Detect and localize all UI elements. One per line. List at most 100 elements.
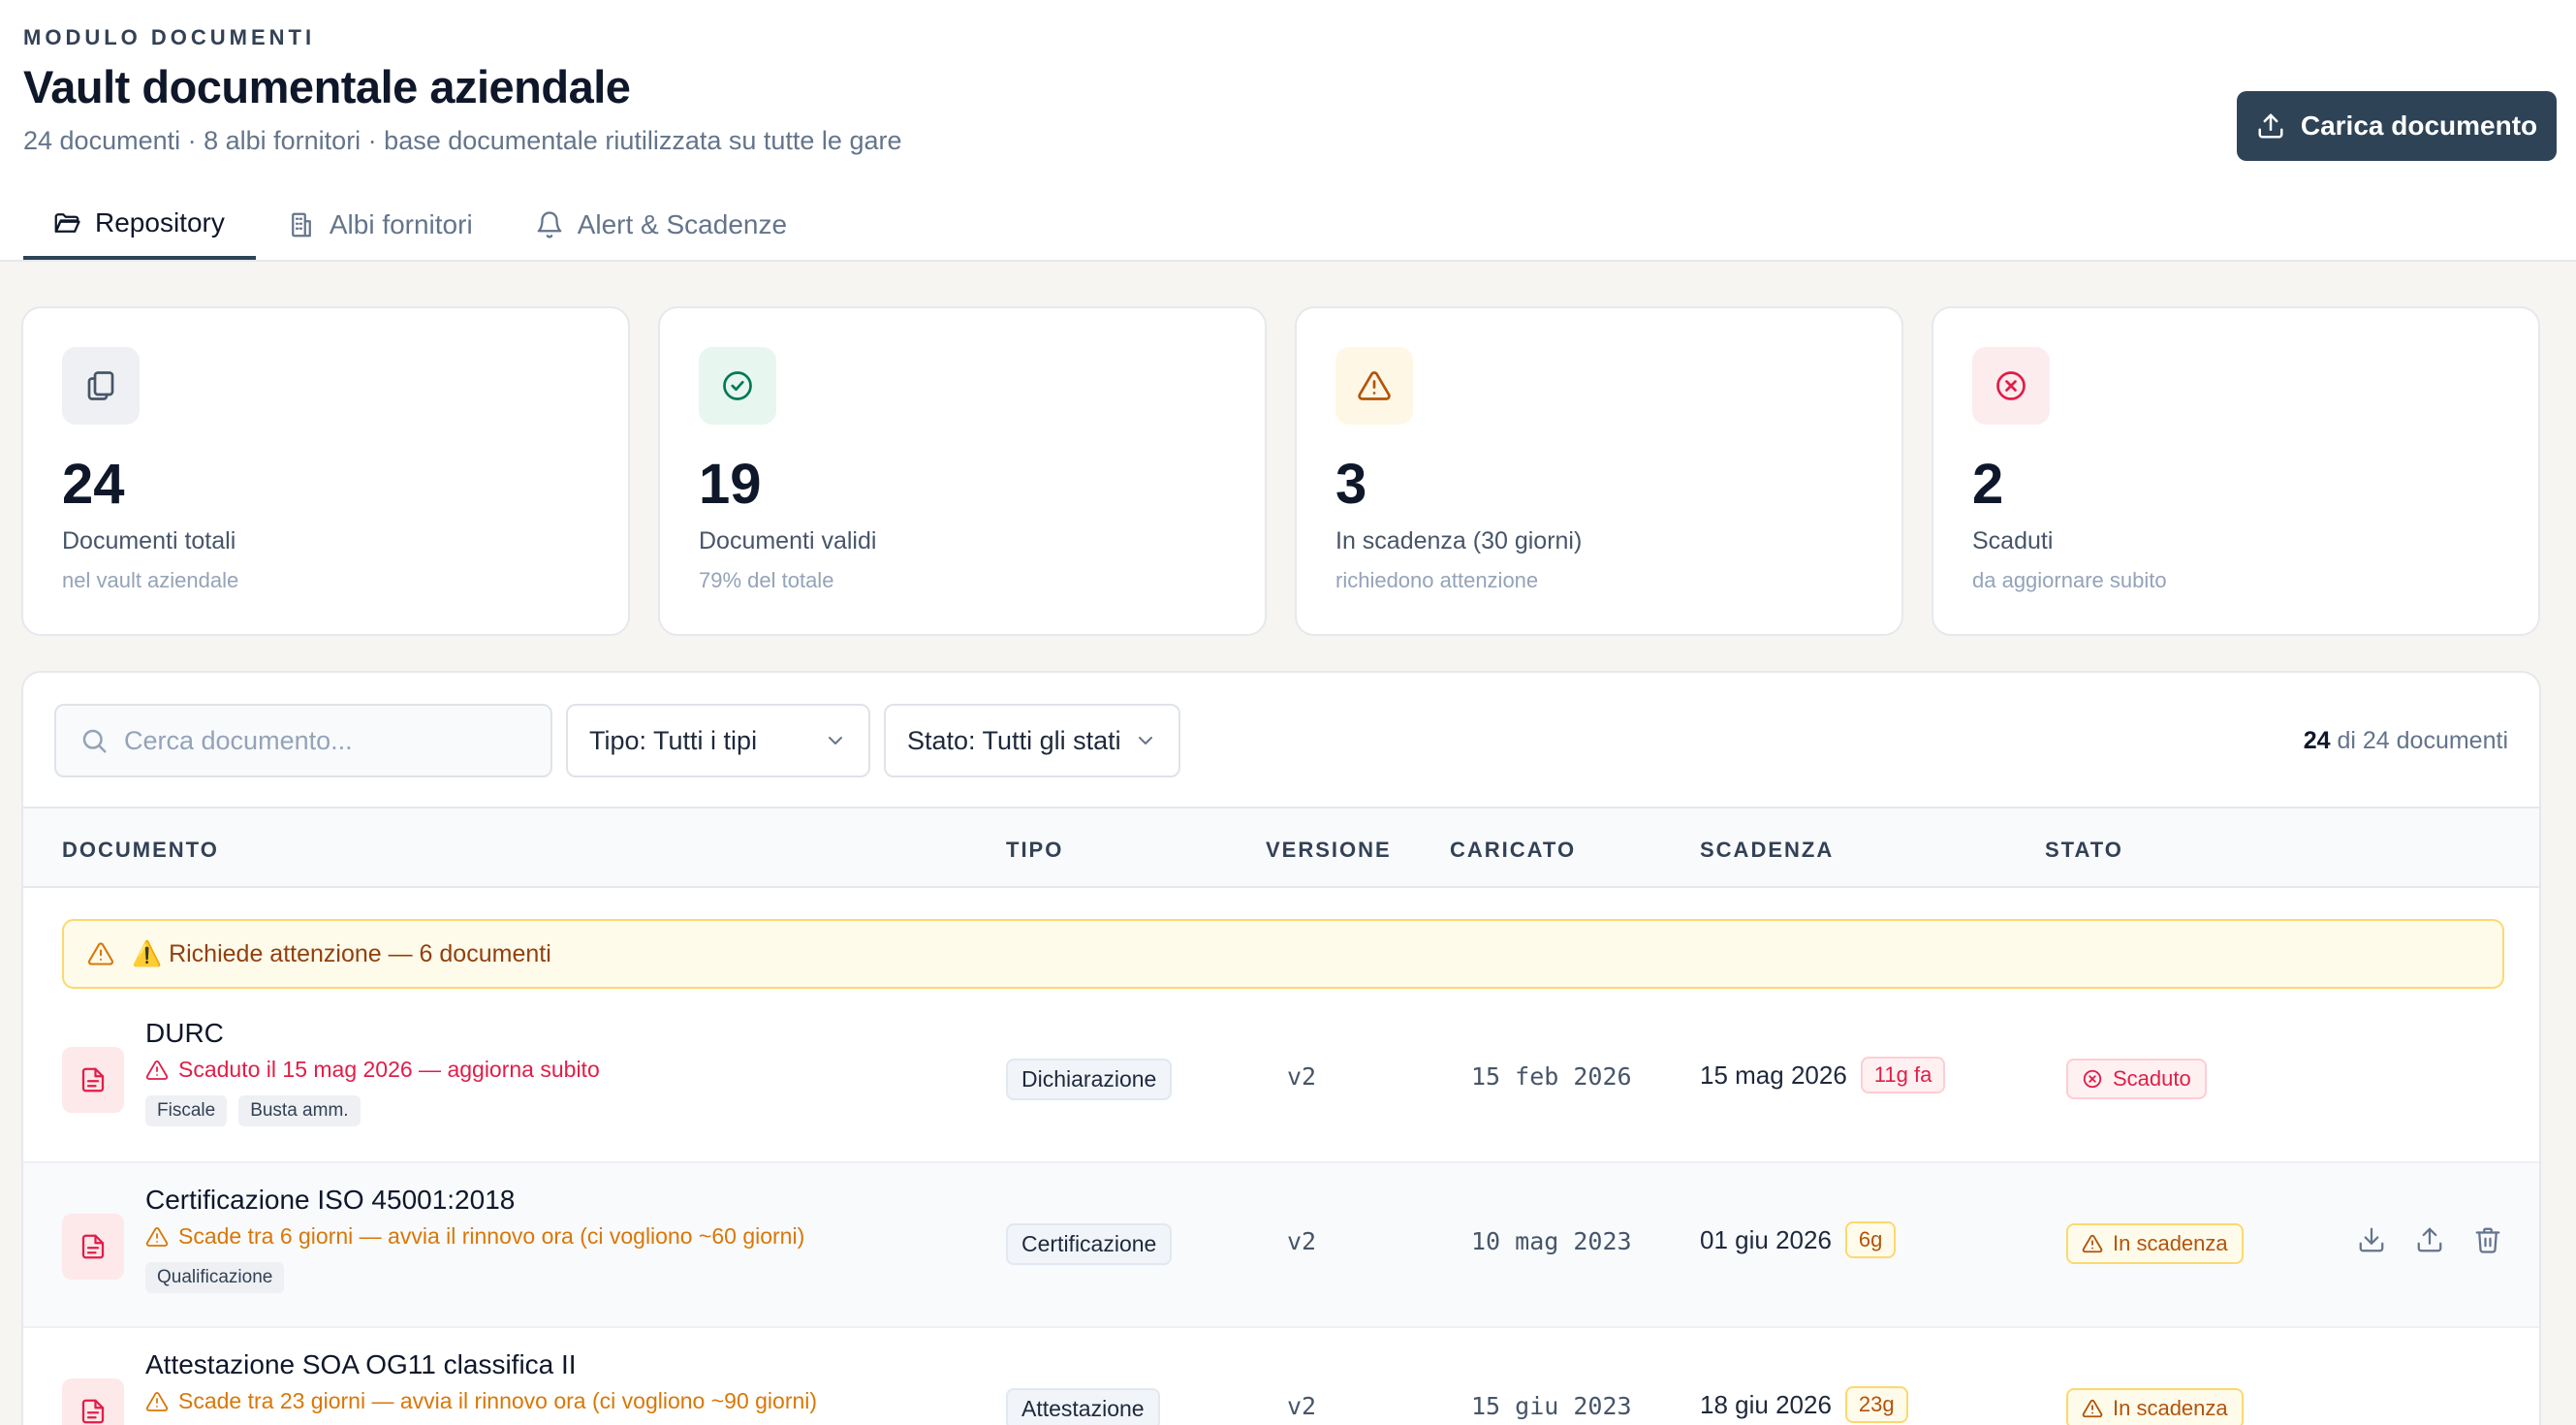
column-header-stato[interactable]: STATO bbox=[2045, 838, 2123, 863]
file-text-icon bbox=[81, 1067, 105, 1092]
table-row[interactable]: DURC Scaduto il 15 mag 2026 — aggiorna s… bbox=[23, 998, 2539, 1163]
expiry-date: 18 giu 2026 bbox=[1700, 1389, 1832, 1419]
column-header-tipo[interactable]: TIPO bbox=[1006, 838, 1063, 863]
tab-repository[interactable]: Repository bbox=[23, 190, 256, 260]
warning-icon bbox=[88, 942, 113, 966]
x-circle-icon bbox=[1996, 371, 2026, 400]
document-count: 24 di 24 documenti bbox=[2304, 727, 2508, 755]
document-note-text: Scaduto il 15 mag 2026 — aggiorna subito bbox=[178, 1057, 600, 1082]
document-type-badge: Certificazione bbox=[1006, 1223, 1173, 1265]
tab-label: Repository bbox=[95, 207, 225, 238]
upload-icon bbox=[2258, 113, 2283, 139]
stat-value: 19 bbox=[699, 453, 762, 516]
search-input[interactable] bbox=[124, 725, 531, 756]
status-badge: In scadenza bbox=[2066, 1223, 2244, 1264]
trash-icon[interactable] bbox=[2473, 1225, 2502, 1254]
stat-sub: da aggiornare subito bbox=[1972, 568, 2167, 592]
document-note: Scade tra 23 giorni — avvia il rinnovo o… bbox=[145, 1388, 817, 1414]
warning-icon bbox=[145, 1226, 169, 1247]
stat-icon-box bbox=[1335, 347, 1413, 425]
table-row[interactable]: Certificazione ISO 45001:2018 Scade tra … bbox=[23, 1163, 2539, 1328]
document-version: v2 bbox=[1287, 1062, 1317, 1091]
stat-sub: nel vault aziendale bbox=[62, 568, 239, 592]
stat-label: Documenti validi bbox=[699, 527, 877, 554]
document-version: v2 bbox=[1287, 1392, 1317, 1420]
warning-icon bbox=[145, 1060, 169, 1080]
document-note-text: Scade tra 6 giorni — avvia il rinnovo or… bbox=[178, 1223, 805, 1249]
type-filter-select[interactable]: Tipo: Tutti i tipi bbox=[566, 704, 870, 777]
column-header-caricato[interactable]: CARICATO bbox=[1450, 838, 1576, 863]
file-text-icon bbox=[81, 1234, 105, 1259]
attention-group-label: ⚠️ Richiede attenzione — 6 documenti bbox=[132, 939, 551, 967]
upload-icon[interactable] bbox=[2415, 1225, 2444, 1254]
row-actions bbox=[2357, 1225, 2502, 1254]
document-expiry: 15 mag 2026 11g fa bbox=[1700, 1057, 1946, 1093]
stat-card-total: 24 Documenti totali nel vault aziendale bbox=[21, 306, 630, 636]
document-name[interactable]: DURC bbox=[145, 1018, 224, 1049]
stat-card-expiring: 3 In scadenza (30 giorni) richiedono att… bbox=[1295, 306, 1903, 636]
upload-document-button[interactable]: Carica documento bbox=[2237, 91, 2557, 161]
table-row[interactable]: Attestazione SOA OG11 classifica II Scad… bbox=[23, 1328, 2539, 1425]
document-type-badge: Dichiarazione bbox=[1006, 1059, 1173, 1100]
tag: Busta amm. bbox=[238, 1095, 361, 1126]
status-label: In scadenza bbox=[2113, 1396, 2228, 1420]
expiry-date: 01 giu 2026 bbox=[1700, 1224, 1832, 1254]
expiry-days-badge: 6g bbox=[1844, 1221, 1897, 1258]
warning-icon bbox=[2082, 1234, 2103, 1253]
stat-icon-box bbox=[699, 347, 776, 425]
column-header-scadenza[interactable]: SCADENZA bbox=[1700, 838, 1834, 863]
documents-panel: Tipo: Tutti i tipi Stato: Tutti gli stat… bbox=[21, 671, 2541, 1425]
chevron-down-icon bbox=[1139, 737, 1152, 744]
document-file-icon-box bbox=[62, 1047, 124, 1113]
stat-value: 3 bbox=[1335, 453, 1367, 516]
document-file-icon-box bbox=[62, 1214, 124, 1280]
column-header-documento[interactable]: DOCUMENTO bbox=[62, 838, 219, 863]
page-subtitle: 24 documenti · 8 albi fornitori · base d… bbox=[23, 126, 902, 155]
count-rest: di 24 documenti bbox=[2330, 727, 2508, 754]
stat-label: Scaduti bbox=[1972, 527, 2054, 554]
copy-icon bbox=[87, 371, 114, 400]
status-badge: Scaduto bbox=[2066, 1059, 2207, 1099]
tab-alert-scadenze[interactable]: Alert & Scadenze bbox=[504, 190, 818, 260]
chevron-down-icon bbox=[829, 737, 842, 744]
building-icon bbox=[291, 212, 311, 238]
status-filter-select[interactable]: Stato: Tutti gli stati bbox=[884, 704, 1180, 777]
document-tags: Qualificazione bbox=[145, 1262, 285, 1293]
search-box[interactable] bbox=[54, 704, 552, 777]
x-circle-icon bbox=[2083, 1069, 2102, 1089]
bell-icon bbox=[537, 211, 562, 238]
stat-card-valid: 19 Documenti validi 79% del totale bbox=[658, 306, 1267, 636]
tab-bar: Repository Albi fornitori Alert & Scaden… bbox=[23, 190, 818, 262]
tag: Fiscale bbox=[145, 1095, 228, 1126]
stat-sub: richiedono attenzione bbox=[1335, 568, 1539, 592]
tab-albi-fornitori[interactable]: Albi fornitori bbox=[256, 190, 504, 260]
folder-icon bbox=[54, 213, 80, 233]
document-uploaded-date: 15 feb 2026 bbox=[1471, 1062, 1632, 1091]
tab-label: Albi fornitori bbox=[329, 209, 473, 239]
document-expiry: 01 giu 2026 6g bbox=[1700, 1221, 1897, 1258]
expiry-date: 15 mag 2026 bbox=[1700, 1060, 1847, 1090]
tag: Qualificazione bbox=[145, 1262, 285, 1293]
document-type-badge: Attestazione bbox=[1006, 1388, 1160, 1425]
expiry-days-badge: 11g fa bbox=[1860, 1057, 1946, 1093]
upload-document-label: Carica documento bbox=[2300, 111, 2538, 141]
stat-value: 2 bbox=[1972, 453, 2004, 516]
stat-icon-box bbox=[1972, 347, 2050, 425]
status-filter-value: Stato: Tutti gli stati bbox=[907, 725, 1121, 755]
search-icon bbox=[82, 729, 107, 753]
document-note-text: Scade tra 23 giorni — avvia il rinnovo o… bbox=[178, 1388, 818, 1413]
type-filter-value: Tipo: Tutti i tipi bbox=[589, 725, 758, 755]
document-name[interactable]: Attestazione SOA OG11 classifica II bbox=[145, 1349, 577, 1380]
download-icon[interactable] bbox=[2357, 1225, 2386, 1254]
warning-icon bbox=[145, 1391, 169, 1411]
document-file-icon-box bbox=[62, 1378, 124, 1425]
warning-icon bbox=[2082, 1399, 2103, 1418]
status-label: Scaduto bbox=[2113, 1066, 2191, 1091]
stat-label: In scadenza (30 giorni) bbox=[1335, 527, 1583, 554]
column-header-versione[interactable]: VERSIONE bbox=[1266, 838, 1392, 863]
document-tags: Fiscale Busta amm. bbox=[145, 1095, 361, 1126]
page-title: Vault documentale aziendale bbox=[23, 61, 631, 112]
document-name[interactable]: Certificazione ISO 45001:2018 bbox=[145, 1185, 515, 1216]
document-expiry: 18 giu 2026 23g bbox=[1700, 1386, 1908, 1423]
stat-icon-box bbox=[62, 347, 140, 425]
